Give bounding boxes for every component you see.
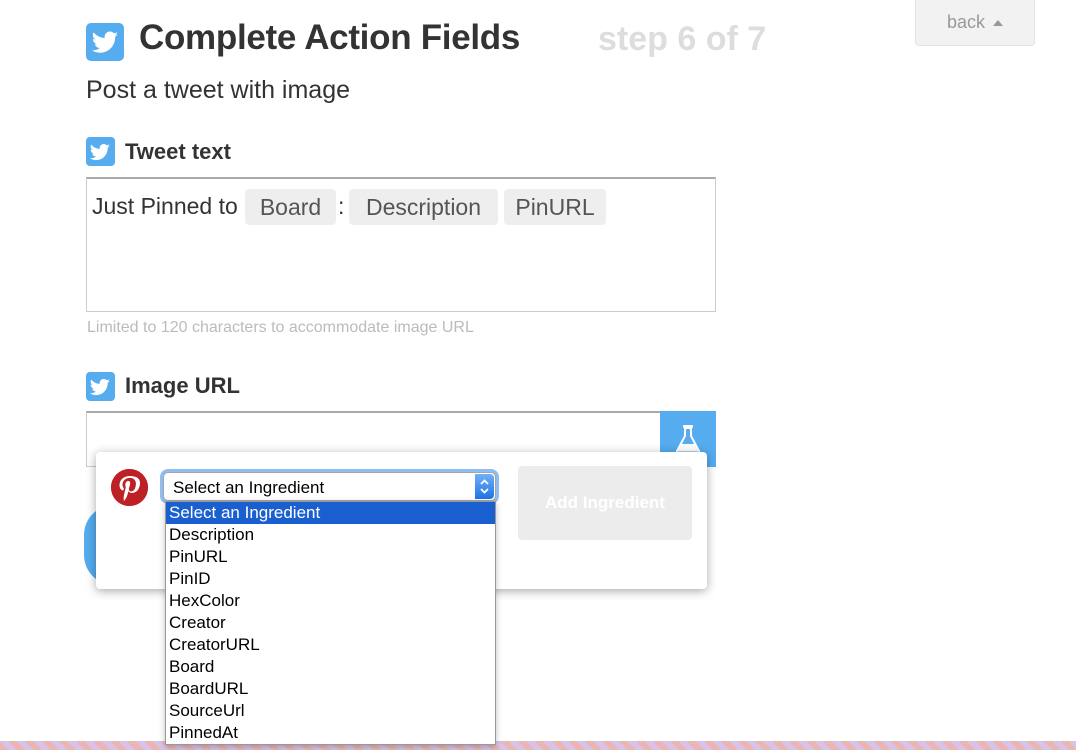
ingredient-option[interactable]: Description xyxy=(166,524,495,546)
pinterest-logo-icon xyxy=(111,469,148,506)
flask-icon xyxy=(675,425,701,454)
tweet-text-hint: Limited to 120 characters to accommodate… xyxy=(87,319,474,336)
ingredient-option[interactable]: Board xyxy=(166,656,495,678)
ingredient-option[interactable]: Select an Ingredient xyxy=(166,502,495,524)
ingredient-option[interactable]: Creator xyxy=(166,612,495,634)
select-arrows-icon xyxy=(475,474,494,499)
ingredient-pill-pinurl[interactable]: PinURL xyxy=(504,189,606,225)
ingredient-select-value: Select an Ingredient xyxy=(173,478,325,497)
twitter-icon xyxy=(86,372,115,401)
ingredient-option[interactable]: PinURL xyxy=(166,546,495,568)
step-indicator: step 6 of 7 xyxy=(598,20,767,58)
add-ingredient-button[interactable]: Add Ingredient xyxy=(518,466,692,540)
footer-stripe xyxy=(0,741,1076,750)
ingredient-pill-description[interactable]: Description xyxy=(349,189,498,225)
ingredient-option[interactable]: BoardURL xyxy=(166,678,495,700)
twitter-icon xyxy=(86,23,124,61)
ingredient-option[interactable]: HexColor xyxy=(166,590,495,612)
ingredient-option[interactable]: SourceUrl xyxy=(166,700,495,722)
image-url-label: Image URL xyxy=(125,373,240,398)
back-button[interactable]: back xyxy=(915,0,1035,46)
tweet-text-prefix: Just Pinned to xyxy=(92,193,238,219)
ingredient-option[interactable]: CreatorURL xyxy=(166,634,495,656)
tweet-text-separator: : xyxy=(338,193,345,219)
ingredient-option[interactable]: PinID xyxy=(166,568,495,590)
caret-up-icon xyxy=(993,19,1004,26)
ingredient-pill-board[interactable]: Board xyxy=(245,189,336,225)
page-title: Complete Action Fields xyxy=(139,18,521,57)
ingredient-option[interactable]: PinnedAt xyxy=(166,722,495,744)
back-button-label: back xyxy=(946,12,986,32)
ingredient-select[interactable]: Select an Ingredient xyxy=(163,472,496,501)
action-subtitle: Post a tweet with image xyxy=(86,76,351,104)
tweet-text-label: Tweet text xyxy=(125,139,231,164)
tweet-text-field[interactable]: Just Pinned to Board : Description PinUR… xyxy=(86,177,716,312)
ingredient-options-list: Select an Ingredient Description PinURL Pin… xyxy=(165,501,496,745)
twitter-icon xyxy=(86,137,115,166)
